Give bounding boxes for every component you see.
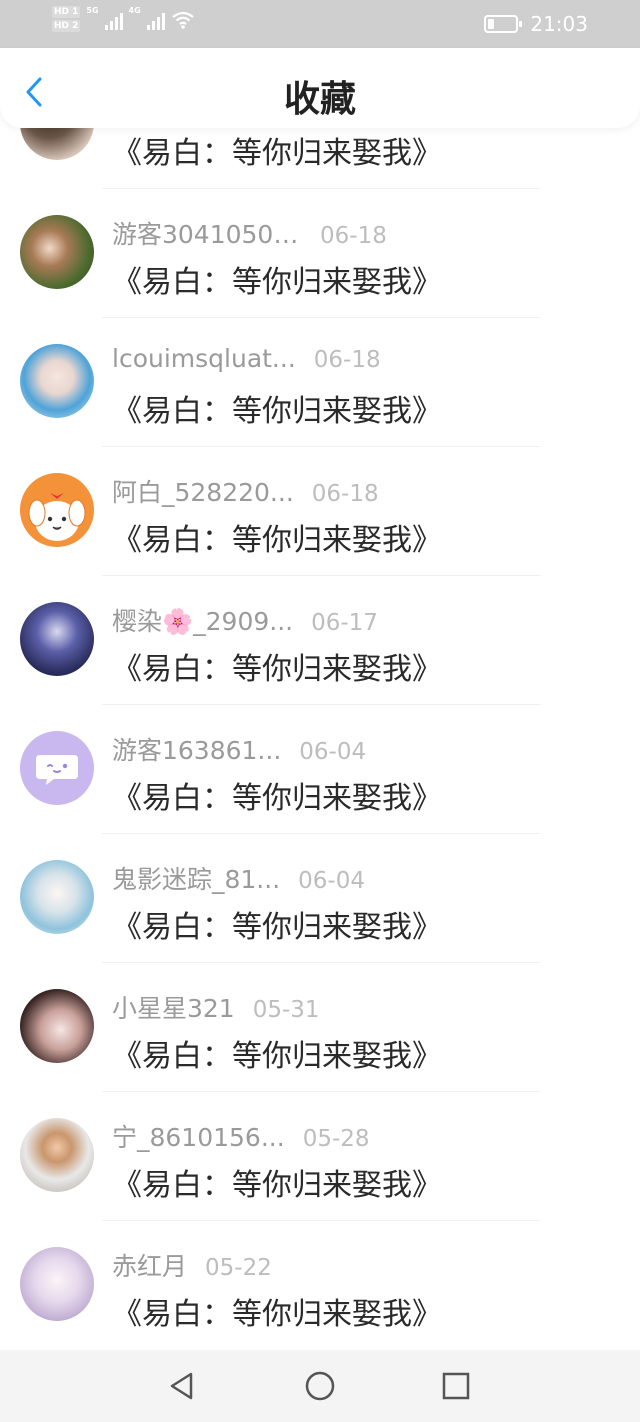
status-time: 21:03	[530, 12, 588, 36]
username[interactable]: 小星星321	[112, 989, 235, 1025]
network-type-2: 4G	[128, 6, 141, 15]
sim2-indicator: HD 2	[52, 20, 81, 32]
chat-bubble-icon	[36, 755, 78, 785]
dog-icon	[28, 493, 86, 541]
list-item[interactable]: 赤红月 05-22 《易白：等你归来娶我》	[0, 1221, 640, 1350]
username[interactable]: lcouimsqluat...	[112, 344, 296, 373]
app-header: 收藏	[0, 48, 640, 128]
username[interactable]: 游客163861...	[112, 731, 281, 767]
battery-icon	[484, 15, 523, 33]
signal-icon	[146, 12, 165, 30]
list-item[interactable]: 鬼影迷踪_81... 06-04 《易白：等你归来娶我》	[0, 834, 640, 963]
story-title[interactable]: 《易白：等你归来娶我》	[112, 1289, 442, 1333]
list-item[interactable]: 游客163861... 06-04 《易白：等你归来娶我》	[0, 705, 640, 834]
list-item[interactable]: 宁_8610156... 05-28 《易白：等你归来娶我》	[0, 1092, 640, 1221]
story-title[interactable]: 《易白：等你归来娶我》	[112, 515, 442, 559]
avatar[interactable]	[20, 989, 94, 1063]
story-title[interactable]: 《易白：等你归来娶我》	[112, 902, 442, 946]
story-title[interactable]: 《易白：等你归来娶我》	[112, 773, 442, 817]
story-title[interactable]: 《易白：等你归来娶我》	[112, 644, 442, 688]
avatar[interactable]	[20, 1247, 94, 1321]
list-item[interactable]: lcouimsqluat... 06-18 《易白：等你归来娶我》	[0, 318, 640, 447]
page-title: 收藏	[283, 79, 356, 120]
username[interactable]: 樱染🌸_2909...	[112, 602, 293, 638]
date: 06-18	[311, 481, 379, 507]
list-item[interactable]: 游客304105057 06-18 《易白：等你归来娶我》	[0, 189, 640, 318]
avatar[interactable]	[20, 731, 94, 805]
signal-icon	[104, 12, 123, 30]
story-title[interactable]: 《易白：等你归来娶我》	[112, 386, 442, 430]
list-item[interactable]: 小星星321 05-31 《易白：等你归来娶我》	[0, 963, 640, 1092]
avatar[interactable]	[20, 473, 94, 547]
avatar[interactable]	[20, 860, 94, 934]
list-item[interactable]: 樱染🌸_2909... 06-17 《易白：等你归来娶我》	[0, 576, 640, 705]
story-title[interactable]: 《易白：等你归来娶我》	[112, 257, 442, 301]
avatar[interactable]	[20, 1118, 94, 1192]
username[interactable]: 赤红月	[112, 1247, 187, 1283]
list-item[interactable]: 阿白_528220... 06-18 《易白：等你归来娶我》	[0, 447, 640, 576]
story-title[interactable]: 《易白：等你归来娶我》	[112, 1031, 442, 1075]
username[interactable]: 宁_8610156...	[112, 1118, 285, 1154]
avatar[interactable]	[20, 344, 94, 418]
username[interactable]: 阿白_528220...	[112, 473, 294, 509]
circle-home-icon[interactable]	[302, 1368, 338, 1404]
date: 06-04	[299, 739, 367, 765]
avatar[interactable]	[20, 215, 94, 289]
sim1-indicator: HD 1	[52, 6, 81, 18]
triangle-back-icon[interactable]	[164, 1368, 200, 1404]
date: 05-22	[205, 1255, 272, 1281]
favorites-list: 《易白：等你归来娶我》 游客304105057 06-18 《易白：等你归来娶我…	[0, 60, 640, 1350]
network-type-1: 5G	[86, 6, 99, 15]
avatar[interactable]	[20, 602, 94, 676]
wifi-icon	[172, 11, 194, 29]
square-recents-icon[interactable]	[438, 1368, 474, 1404]
story-title[interactable]: 《易白：等你归来娶我》	[112, 1160, 442, 1204]
date: 06-04	[298, 868, 365, 894]
status-bar: HD 1 HD 2 5G 4G 21:03	[0, 0, 640, 48]
system-nav-bar	[0, 1350, 640, 1422]
date: 06-18	[313, 347, 381, 373]
date: 05-28	[302, 1126, 370, 1152]
date: 06-17	[311, 610, 378, 636]
story-title[interactable]: 《易白：等你归来娶我》	[112, 128, 442, 172]
date: 05-31	[252, 997, 320, 1023]
date: 06-18	[320, 223, 387, 249]
username[interactable]: 游客304105057	[112, 215, 302, 251]
username[interactable]: 鬼影迷踪_81...	[112, 860, 280, 896]
